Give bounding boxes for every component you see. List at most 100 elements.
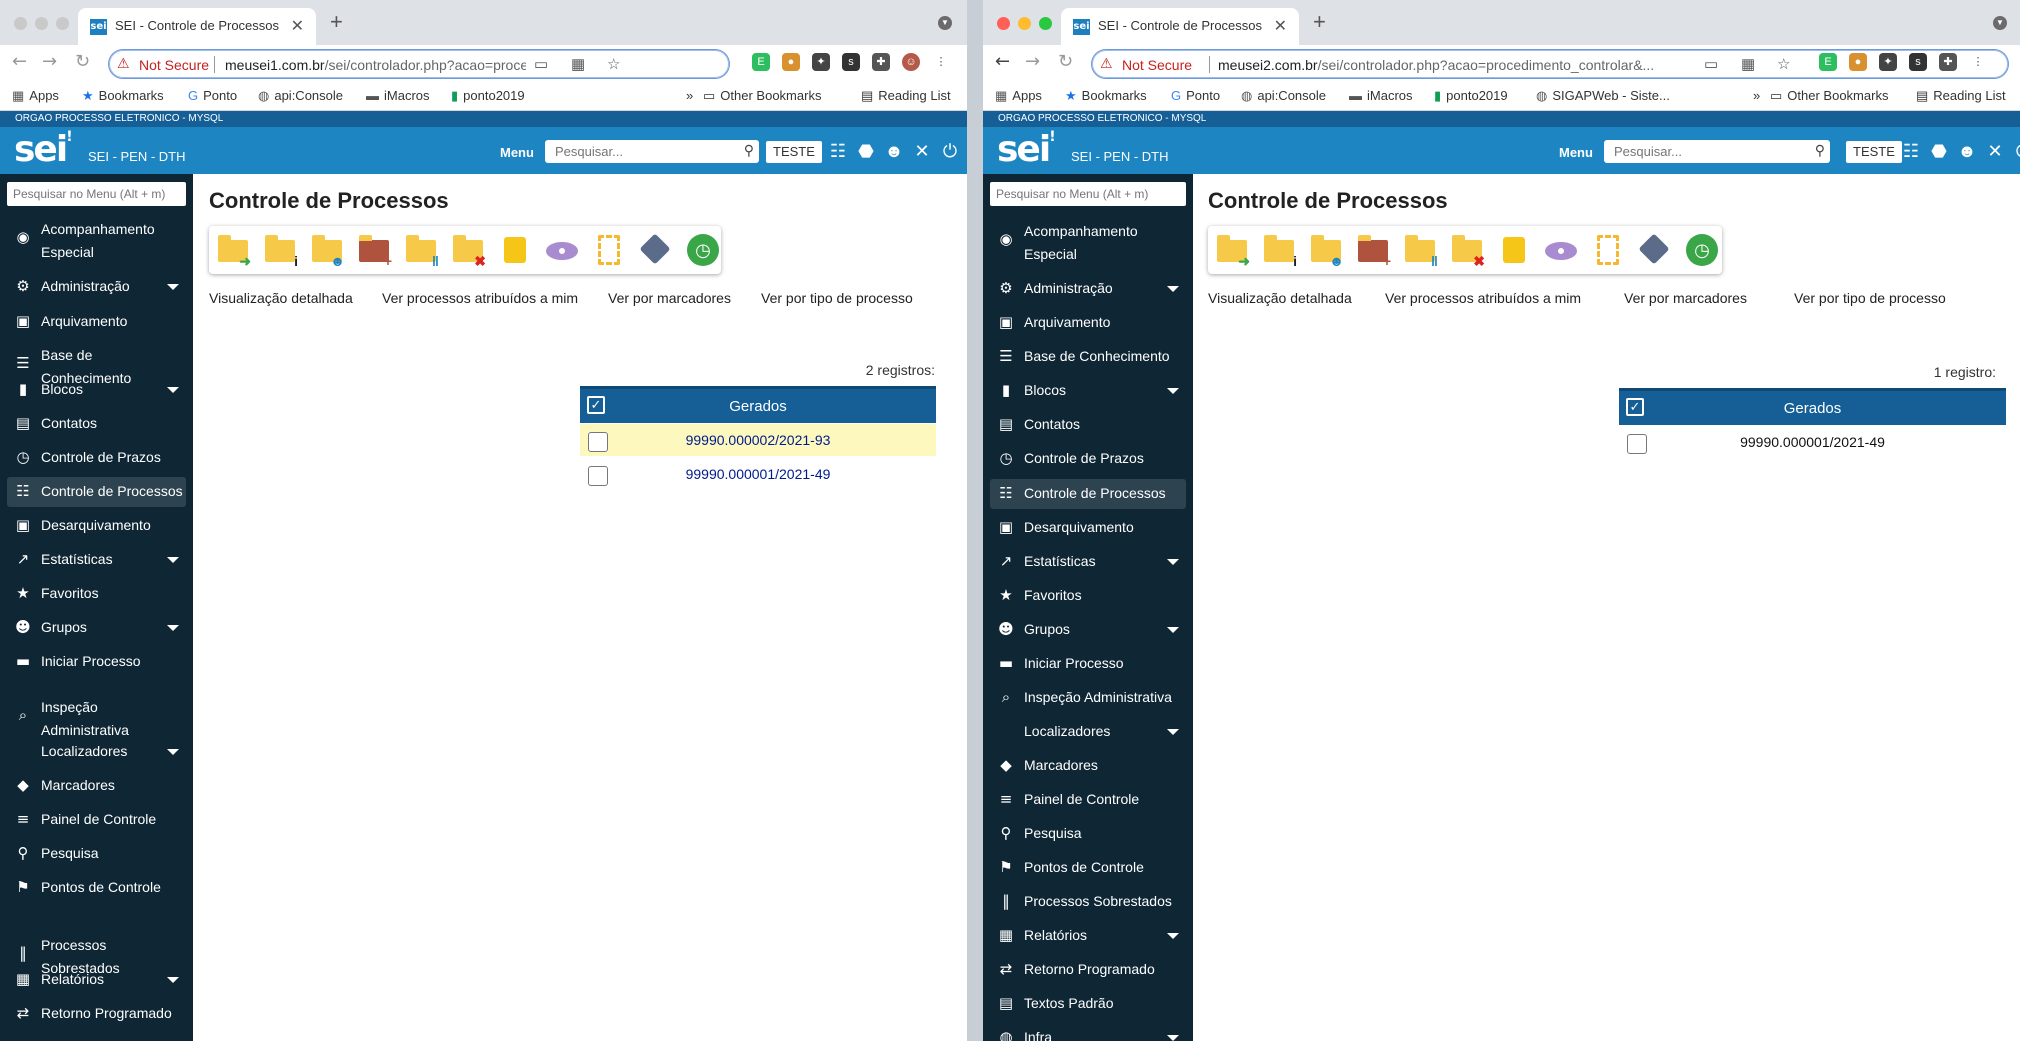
extensions-puzzle-icon[interactable]: ✚ (1939, 53, 1957, 71)
bookmark-item[interactable]: ▮ ponto2019 (451, 88, 525, 104)
process-list-icon[interactable]: ☷ (1897, 141, 1925, 162)
chevron-down-icon[interactable] (1167, 627, 1179, 633)
document-model-icon[interactable] (1590, 232, 1626, 268)
browser-tab[interactable]: sei SEI - Controle de Processos ✕ (78, 8, 316, 45)
bookmark-item[interactable]: ◍ SIGAPWeb - Siste... (1536, 88, 1670, 104)
tools-icon[interactable]: ✕ (1981, 141, 2009, 162)
attach-process-icon[interactable]: + (1355, 232, 1391, 268)
sidebar-item[interactable]: Localizadores (7, 737, 186, 767)
add-marker-icon[interactable] (1637, 232, 1673, 268)
sidebar-item[interactable]: ◆ Marcadores (990, 751, 1186, 781)
not-secure-label[interactable]: Not Secure (1122, 57, 1192, 73)
sidebar-item[interactable]: ⇄ Retorno Programado (990, 955, 1186, 985)
deadline-icon[interactable]: ◷ (685, 232, 721, 268)
cookie-extension-icon[interactable]: ● (782, 53, 800, 71)
bookmark-item[interactable]: ★ Bookmarks (1065, 88, 1147, 104)
bookmark-item[interactable]: G Ponto (188, 88, 237, 103)
bookmark-item[interactable]: ◍ api:Console (258, 88, 343, 104)
bookmark-item[interactable]: ▬ iMacros (1349, 88, 1413, 103)
search-icon[interactable]: ⚲ (1815, 142, 1825, 159)
new-process-icon[interactable]: ➜ (1214, 232, 1250, 268)
sidebar-item[interactable]: ↗ Estatísticas (990, 547, 1186, 577)
cast-icon[interactable]: ▭ (1704, 55, 1718, 73)
menu-search-input[interactable] (7, 182, 186, 206)
bookmark-item[interactable]: ▬ iMacros (366, 88, 430, 103)
profile-avatar-icon[interactable]: ☺ (902, 53, 920, 71)
more-bookmarks-icon[interactable]: » (686, 88, 693, 103)
view-link[interactable]: Ver processos atribuídos a mim (1385, 290, 1581, 306)
sidebar-item[interactable]: Localizadores (990, 717, 1186, 747)
sidebar-item[interactable]: ☰ Base de Conhecimento (990, 342, 1186, 372)
sidebar-item[interactable]: ▮ Blocos (7, 375, 186, 405)
sidebar-item[interactable]: ▮ Blocos (990, 376, 1186, 406)
sidebar-item[interactable]: ☷ Controle de Processos (7, 477, 186, 507)
menu-toggle[interactable]: Menu (1559, 145, 1593, 160)
process-number-link[interactable]: 99990.000002/2021-93 (580, 432, 936, 448)
chevron-down-icon[interactable] (1167, 286, 1179, 292)
sidebar-item[interactable]: ▬ Iniciar Processo (990, 649, 1186, 679)
menu-toggle[interactable]: Menu (500, 145, 534, 160)
sei-logo[interactable]: sei! (14, 129, 73, 170)
menu-search-input[interactable] (990, 182, 1186, 206)
cookie-extension-icon[interactable]: ● (1849, 53, 1867, 71)
unit-selector[interactable]: TESTE (766, 141, 822, 163)
close-tab-icon[interactable]: ✕ (1274, 16, 1287, 36)
view-link[interactable]: Ver por tipo de processo (761, 290, 913, 306)
follow-icon[interactable] (1543, 232, 1579, 268)
menu-search[interactable] (7, 182, 186, 206)
sidebar-item[interactable]: ⌕ Inspeção Administrativa (990, 683, 1186, 713)
window-close-button[interactable] (14, 17, 27, 30)
window-controls[interactable] (14, 17, 77, 35)
view-link[interactable]: Ver por tipo de processo (1794, 290, 1946, 306)
window-minimize-button[interactable] (35, 17, 48, 30)
other-bookmarks[interactable]: ▭ Other Bookmarks (1770, 88, 1888, 104)
view-link[interactable]: Ver processos atribuídos a mim (382, 290, 578, 306)
chevron-down-icon[interactable] (167, 387, 179, 393)
sidebar-item[interactable]: ▣ Desarquivamento (7, 511, 186, 541)
view-link[interactable]: Ver por marcadores (1624, 290, 1747, 306)
sidebar-item[interactable]: ★ Favoritos (7, 579, 186, 609)
header-search[interactable]: ⚲ (1604, 140, 1830, 163)
sidebar-item[interactable]: ⚑ Pontos de Controle (7, 873, 186, 903)
reload-icon[interactable]: ↻ (75, 51, 90, 72)
search-input[interactable] (545, 140, 759, 163)
document-model-icon[interactable] (591, 232, 627, 268)
back-icon[interactable]: ← (995, 51, 1010, 72)
chevron-down-icon[interactable] (167, 557, 179, 563)
sidebar-item[interactable]: ▦ Relatórios (7, 965, 186, 995)
chevron-down-icon[interactable] (1167, 388, 1179, 394)
sidebar-item[interactable]: ◷ Controle de Prazos (990, 444, 1186, 474)
process-number-link[interactable]: 99990.000001/2021-49 (1619, 434, 2006, 450)
sidebar-item[interactable]: ▬ Iniciar Processo (7, 647, 186, 677)
sidebar-item[interactable]: ⇄ Retorno Programado (7, 999, 186, 1029)
qr-code-icon[interactable]: ▦ (571, 55, 585, 73)
window-close-button[interactable] (997, 17, 1010, 30)
other-bookmarks[interactable]: ▭ Other Bookmarks (703, 88, 821, 104)
not-secure-label[interactable]: Not Secure (139, 57, 209, 73)
assign-process-icon[interactable]: ☻ (1308, 232, 1344, 268)
note-icon[interactable] (1496, 232, 1532, 268)
sidebar-item[interactable]: ▤ Contatos (7, 409, 186, 439)
forward-icon[interactable]: → (42, 51, 57, 72)
reload-icon[interactable]: ↻ (1058, 51, 1073, 72)
bookmark-item[interactable]: ◍ api:Console (1241, 88, 1326, 104)
sidebar-item[interactable]: ▤ Contatos (990, 410, 1186, 440)
sidebar-item[interactable]: ◷ Controle de Prazos (7, 443, 186, 473)
logout-icon[interactable]: ⏻ (936, 141, 964, 162)
new-tab-icon[interactable]: + (1313, 9, 1326, 35)
evernote-extension-icon[interactable]: E (752, 53, 770, 71)
alert-icon[interactable]: ⬣ (852, 141, 880, 162)
forward-icon[interactable]: → (1025, 51, 1040, 72)
tab-search-icon[interactable]: ▼ (938, 16, 952, 30)
sidebar-item[interactable]: ★ Favoritos (990, 581, 1186, 611)
window-minimize-button[interactable] (1018, 17, 1031, 30)
bookmark-item[interactable]: ▦ Apps (995, 88, 1042, 104)
sidebar-item[interactable]: ▣ Arquivamento (990, 308, 1186, 338)
chevron-down-icon[interactable] (1167, 933, 1179, 939)
sidebar-item[interactable]: ⚙ Administração (7, 272, 186, 302)
chevron-down-icon[interactable] (1167, 1035, 1179, 1041)
bookmark-star-icon[interactable]: ☆ (607, 55, 620, 73)
search-icon[interactable]: ⚲ (744, 142, 754, 159)
window-controls[interactable] (997, 17, 1060, 35)
view-link[interactable]: Visualização detalhada (209, 290, 353, 306)
